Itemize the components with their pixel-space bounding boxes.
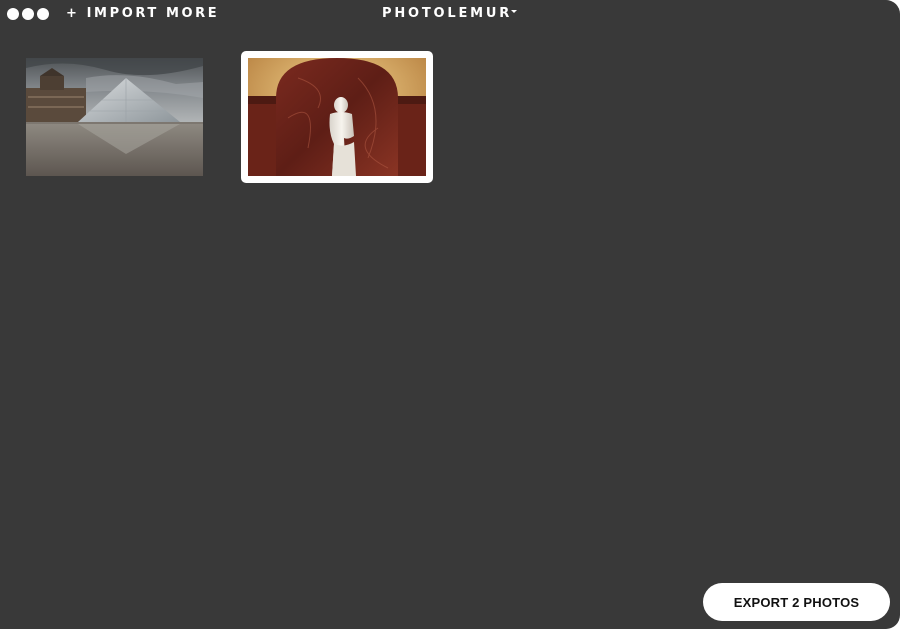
minimize-window-icon[interactable] [22, 8, 34, 20]
import-more-button[interactable]: + IMPORT MORE [66, 6, 219, 21]
app-window: + IMPORT MORE PHOTOLEMUR EXPORT 2 PHOTOS [0, 0, 900, 629]
venus-de-milo-image [248, 58, 426, 176]
photo-thumbnail-venus-de-milo[interactable] [241, 51, 433, 183]
maximize-window-icon[interactable] [37, 8, 49, 20]
app-title-text: PHOTOLEMUR [382, 6, 513, 21]
export-photos-button[interactable]: EXPORT 2 PHOTOS [703, 583, 890, 621]
photo-thumbnail-louvre-pyramid[interactable] [26, 58, 203, 176]
photo-frame-selected [248, 58, 426, 176]
chevron-down-icon [511, 10, 518, 13]
louvre-pyramid-image [26, 58, 203, 176]
close-window-icon[interactable] [7, 8, 19, 20]
title-bar: + IMPORT MORE PHOTOLEMUR [0, 0, 900, 30]
window-controls [7, 8, 49, 20]
app-title-menu[interactable]: PHOTOLEMUR [382, 6, 518, 21]
